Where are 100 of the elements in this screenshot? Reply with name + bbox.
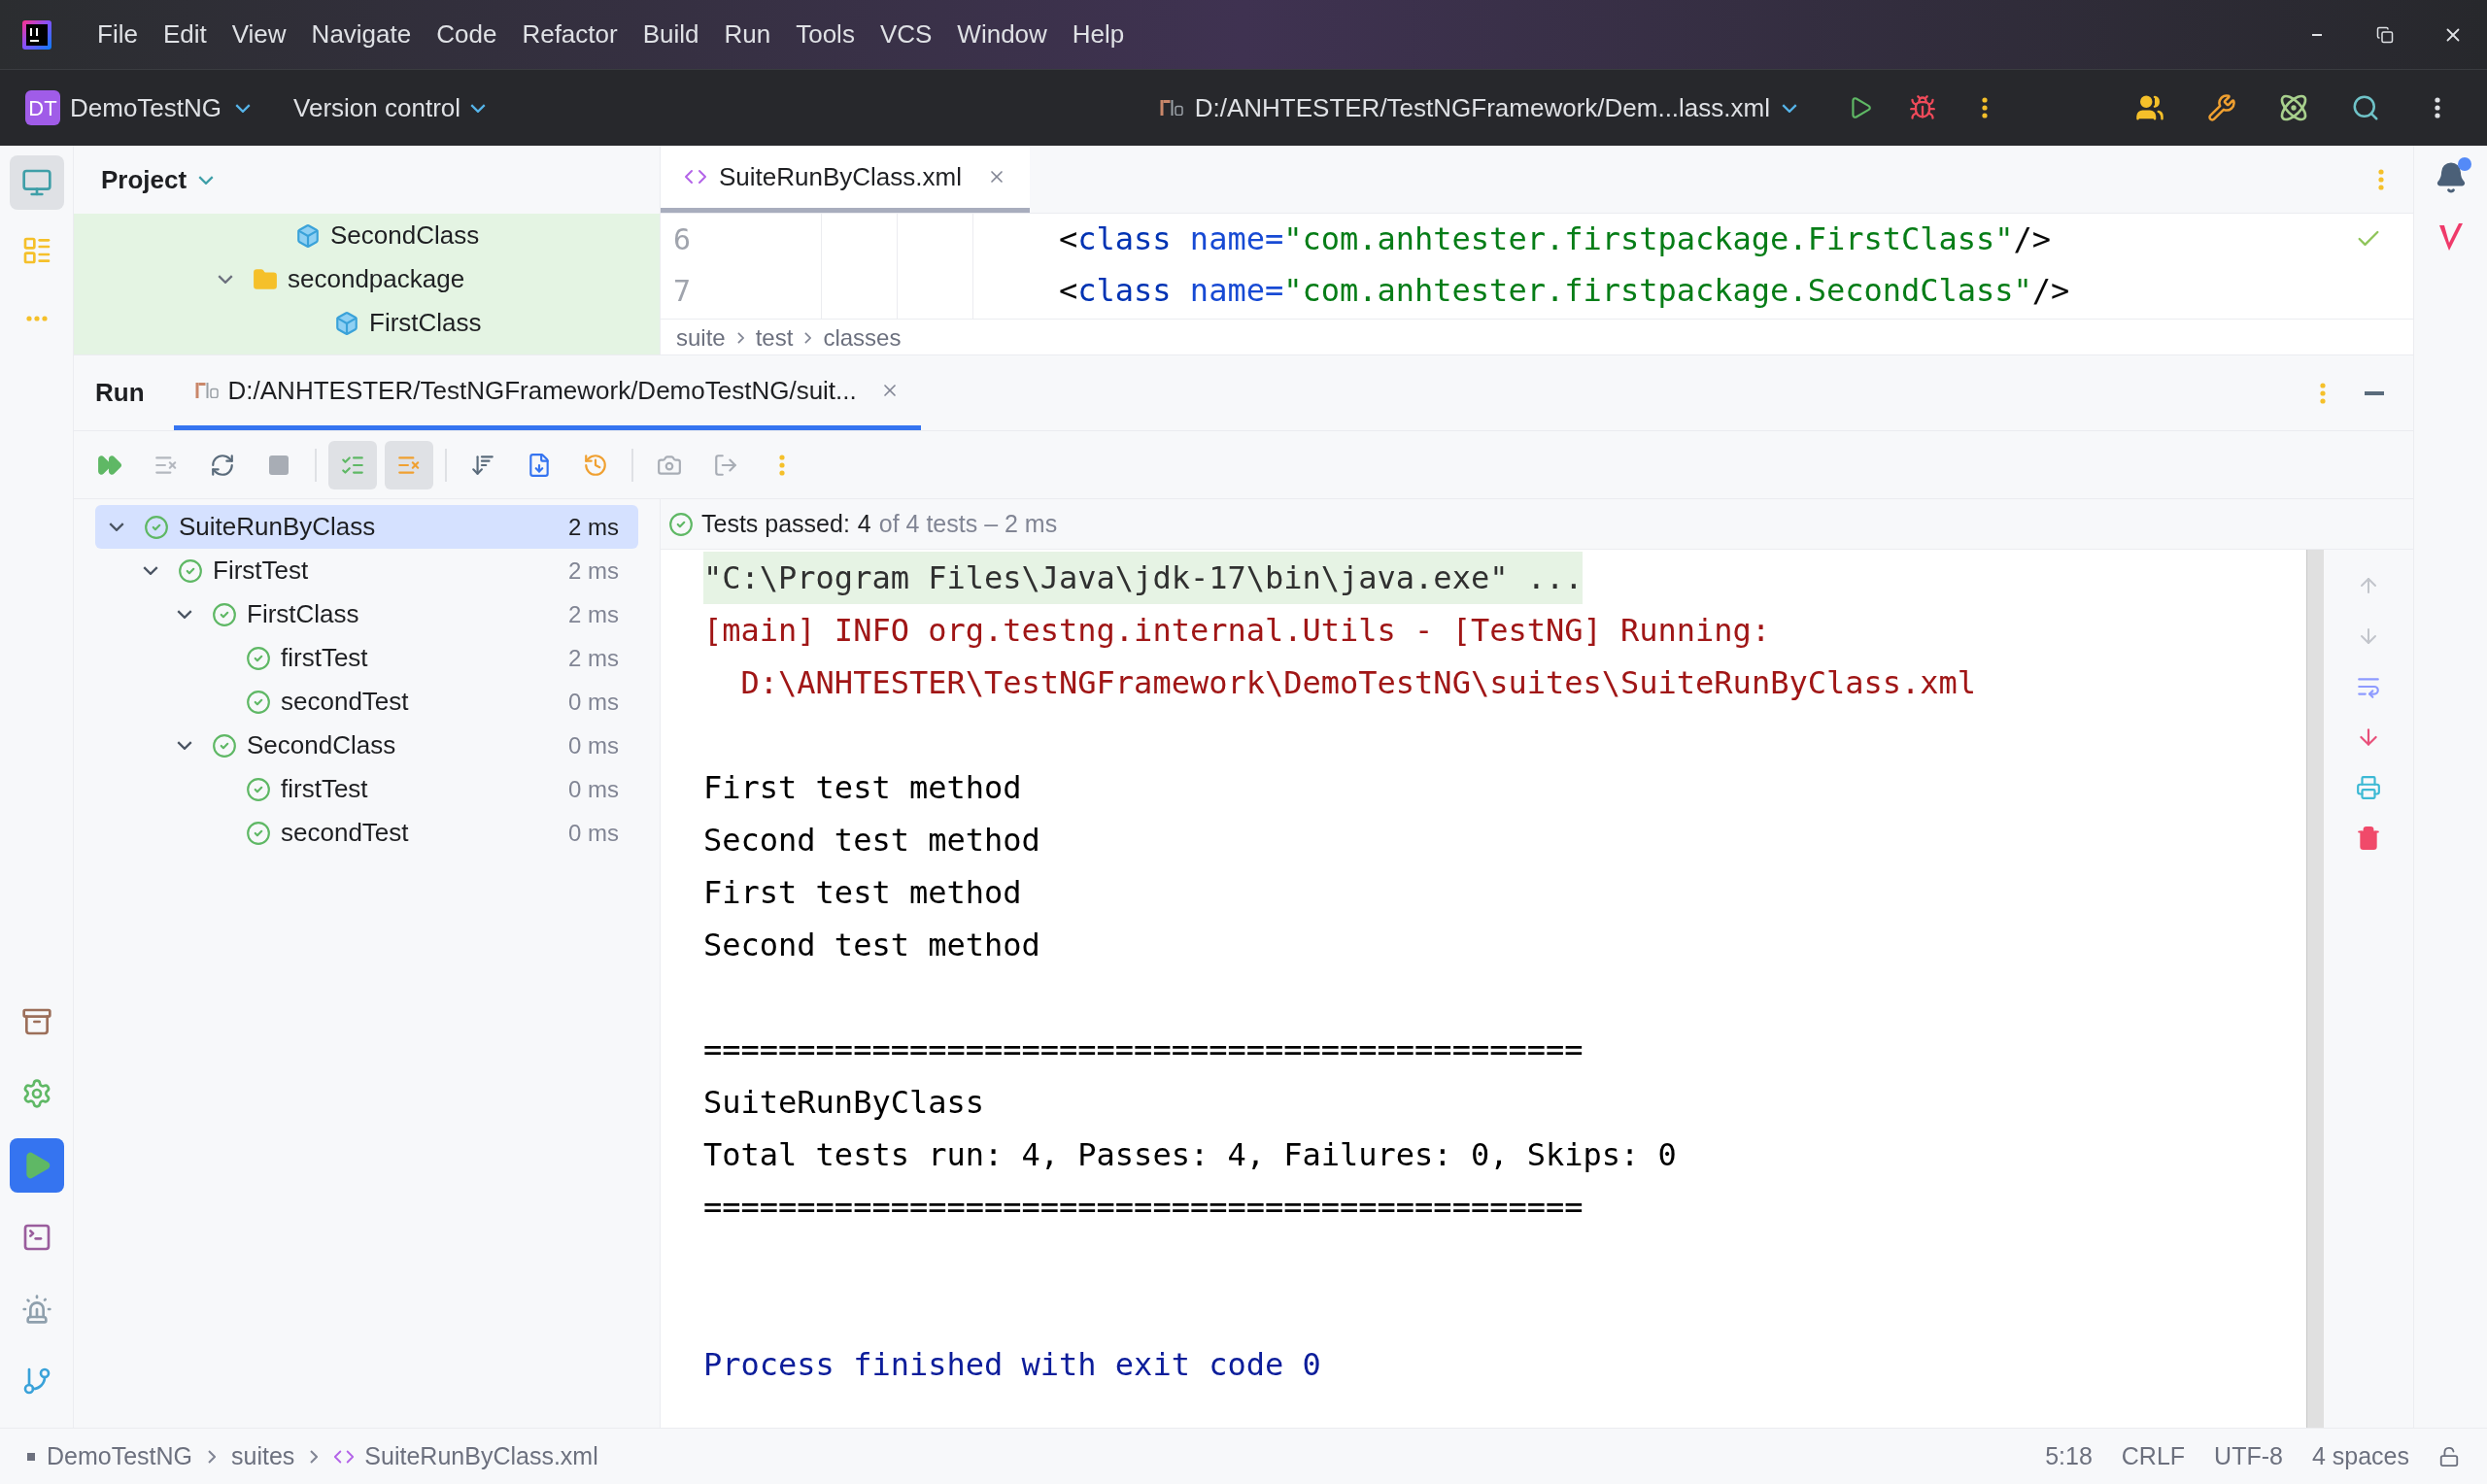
menu-item[interactable]: Refactor <box>514 16 626 53</box>
config-icon <box>1159 100 1183 116</box>
users-icon <box>2135 93 2164 122</box>
test-name: secondTest <box>281 817 409 849</box>
chevron-down-icon[interactable] <box>109 523 124 531</box>
passed-icon <box>246 776 271 802</box>
more-icon <box>1982 97 1988 118</box>
menu-item[interactable]: View <box>223 16 294 53</box>
menu-item[interactable]: Window <box>949 16 1055 53</box>
test-duration: 2 ms <box>568 512 619 542</box>
show-ignored-button[interactable] <box>385 440 433 489</box>
path-segment[interactable]: DemoTestNG <box>47 1437 193 1475</box>
tool-window-button[interactable] <box>9 1138 64 1193</box>
project-selector[interactable]: DT DemoTestNG <box>25 88 252 127</box>
breadcrumb[interactable]: suite <box>676 320 726 355</box>
tests-total: of 4 tests – 2 ms <box>878 508 1058 539</box>
chevron-down-icon <box>470 103 487 113</box>
menu-item[interactable]: Tools <box>788 16 863 53</box>
chevron-down-icon[interactable] <box>177 741 192 750</box>
passed-icon <box>668 511 694 537</box>
test-duration: 2 ms <box>568 556 619 586</box>
passed-icon <box>212 732 237 759</box>
line-number: 6 <box>672 221 691 258</box>
chevron-down-icon[interactable] <box>143 566 158 575</box>
run-config-selector[interactable]: D:/ANHTESTER/TestNGFramework/Dem...lass.xml <box>1159 88 1797 127</box>
test-tree-row[interactable]: SuiteRunByClass 2 ms <box>95 505 638 549</box>
test-name: FirstClass <box>247 598 359 630</box>
console-line: Second test method <box>703 926 1040 965</box>
menu-item[interactable]: Navigate <box>303 16 420 53</box>
test-tree-row[interactable]: firstTest 2 ms <box>95 636 638 680</box>
export-icon <box>713 452 738 478</box>
scrollbar[interactable] <box>2306 550 2324 1428</box>
breadcrumb[interactable]: classes <box>823 320 902 355</box>
refresh-icon <box>210 452 235 478</box>
test-tree-row[interactable]: secondTest 0 ms <box>95 811 638 855</box>
console-line: =============================================== <box>703 1188 1584 1228</box>
lock-icon[interactable] <box>2438 1445 2460 1467</box>
trash-icon <box>2356 826 2381 851</box>
line-number: 7 <box>672 273 691 310</box>
monitor-icon <box>20 167 52 198</box>
passed-icon <box>246 645 271 671</box>
passed-icon <box>246 689 271 715</box>
passed-icon <box>178 557 203 584</box>
menu-item[interactable]: Run <box>716 16 779 53</box>
plugin-logo-icon[interactable] <box>2438 223 2463 251</box>
chevron-down-icon <box>235 103 252 113</box>
class-icon <box>295 222 321 249</box>
more-icon <box>24 316 49 321</box>
status-item[interactable]: 4 spaces <box>2311 1437 2409 1475</box>
console-line: First test method <box>703 873 1022 913</box>
bug-icon <box>1909 94 1936 121</box>
console-line: D:\ANHTESTER\TestNGFramework\DemoTestNG\suites\SuiteRunByClass.xml <box>739 663 1977 703</box>
tree-item-label[interactable]: FirstClass <box>369 304 482 342</box>
test-tree-row[interactable]: secondTest 0 ms <box>95 680 638 724</box>
status-item[interactable]: CRLF <box>2121 1437 2186 1475</box>
path-segment[interactable]: SuiteRunByClass.xml <box>364 1437 598 1475</box>
path-segment[interactable]: suites <box>231 1437 295 1475</box>
menu-item[interactable]: Code <box>428 16 505 53</box>
test-tree-row[interactable]: firstTest 0 ms <box>95 767 638 811</box>
breadcrumb[interactable]: test <box>755 320 794 355</box>
project-badge: DT <box>25 90 60 125</box>
menu-item[interactable]: VCS <box>871 16 940 53</box>
stop-icon <box>267 453 290 477</box>
test-tree-row[interactable]: FirstClass 2 ms <box>95 592 638 636</box>
tool-window-button[interactable] <box>9 155 64 210</box>
test-name: SecondClass <box>247 729 396 761</box>
folder-icon <box>253 266 278 292</box>
menu-item[interactable]: Help <box>1064 16 1133 53</box>
editor-tab[interactable]: SuiteRunByClass.xml <box>661 146 1030 213</box>
menu-item[interactable]: Build <box>634 16 707 53</box>
chevron-down-icon[interactable] <box>177 610 192 619</box>
project-name: DemoTestNG <box>70 91 222 124</box>
chevron-right-icon <box>208 1449 217 1464</box>
test-duration: 0 ms <box>568 818 619 848</box>
menu-item[interactable]: File <box>89 16 146 53</box>
test-name: firstTest <box>281 773 368 805</box>
status-item[interactable]: UTF-8 <box>2214 1437 2283 1475</box>
tests-passed-count: 4 <box>857 508 871 539</box>
chevron-right-icon <box>804 331 812 344</box>
menu-item[interactable]: Edit <box>154 16 215 53</box>
test-duration: 0 ms <box>568 774 619 804</box>
show-passed-button[interactable] <box>328 440 377 489</box>
status-item[interactable]: 5:18 <box>2045 1437 2093 1475</box>
more-icon <box>2435 97 2440 118</box>
tree-item-label[interactable]: SecondClass <box>330 217 480 254</box>
test-name: secondTest <box>281 686 409 718</box>
app-logo-icon <box>22 19 51 50</box>
restore-icon <box>2376 25 2394 44</box>
tree-item-label[interactable]: secondpackage <box>288 260 465 298</box>
chevron-down-icon[interactable] <box>218 275 233 284</box>
test-tree-row[interactable]: SecondClass 0 ms <box>95 724 638 767</box>
test-tree-row[interactable]: FirstTest 2 ms <box>95 549 638 592</box>
test-duration: 2 ms <box>568 643 619 673</box>
run-tab[interactable]: D:/ANHTESTER/TestNGFramework/DemoTestNG/suit... <box>173 355 921 430</box>
panel-title: Run <box>95 377 145 409</box>
vcs-selector[interactable]: Version control <box>293 88 487 127</box>
code-line: <class name="com.anhtester.firstpackage.FirstClass"/> <box>1059 219 2052 259</box>
test-name: SuiteRunByClass <box>179 511 376 543</box>
chevron-down-icon <box>1782 103 1797 113</box>
minimize-icon[interactable] <box>2365 390 2384 395</box>
